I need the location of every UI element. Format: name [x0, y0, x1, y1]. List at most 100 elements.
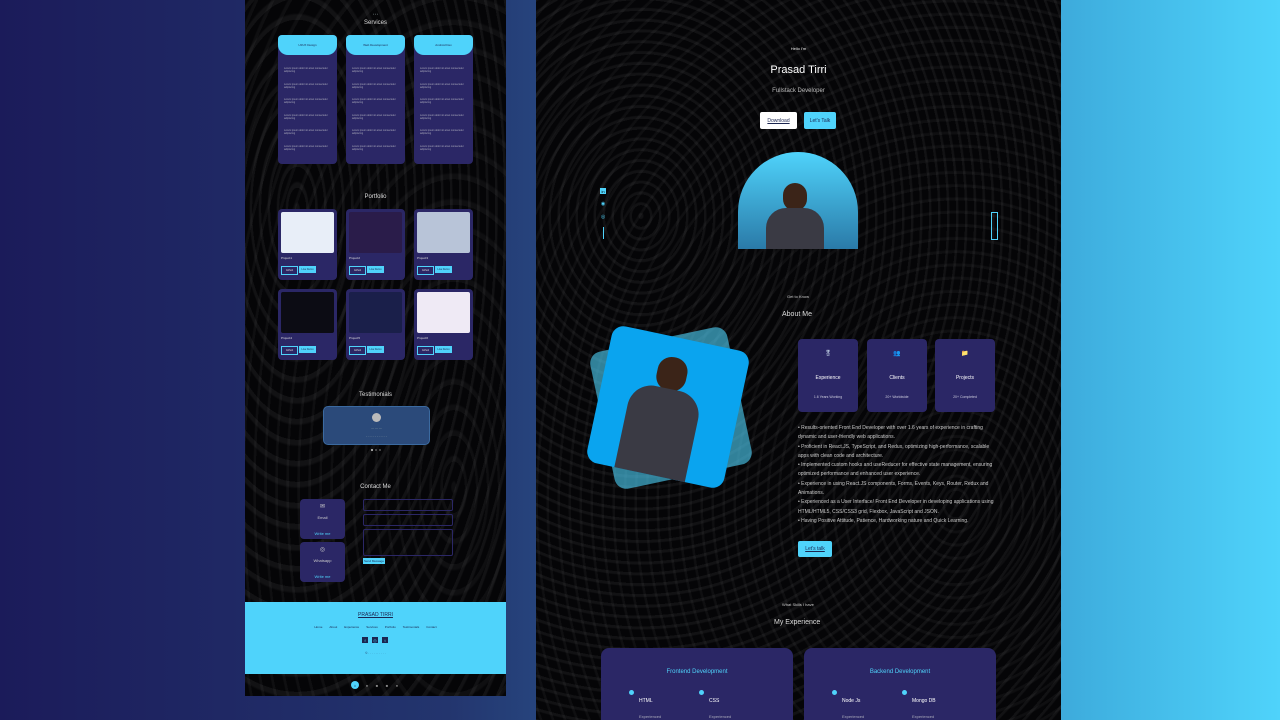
project-github-button[interactable]: Github	[349, 266, 366, 275]
hero-name: Prasad Tirri	[770, 64, 827, 76]
project-name: Project3	[417, 256, 429, 260]
award-icon: 🎖	[824, 350, 832, 357]
project-card: Project1 Github Live Demo	[278, 209, 337, 280]
project-thumbnail	[281, 292, 334, 333]
about-title: About Me	[782, 311, 812, 318]
footer-link[interactable]: Portfolio	[385, 625, 396, 629]
services-title: Services	[363, 20, 387, 26]
service-item: Lorem ipsum dolor sit amet consectetur a…	[420, 144, 464, 151]
dribbble-icon[interactable]: ◎	[600, 214, 606, 220]
about-bullet: • Proficient in React.JS, TypeScript, an…	[798, 443, 990, 459]
project-github-button[interactable]: Github	[281, 346, 298, 355]
clients-icon: 👥	[893, 350, 901, 357]
skill-check-icon	[699, 690, 704, 695]
skill-name: HTML	[639, 698, 653, 704]
service-item: Lorem ipsum dolor sit amet consectetur a…	[284, 82, 328, 89]
folder-icon: 📁	[961, 350, 969, 357]
service-item: Lorem ipsum dolor sit amet consectetur a…	[352, 98, 396, 104]
project-name: Project2	[349, 256, 361, 260]
footer-link[interactable]: Contact	[426, 625, 436, 629]
footer-link[interactable]: Testimonials	[403, 625, 420, 629]
nav-services-icon[interactable]: ■	[385, 683, 389, 688]
contact-email-input[interactable]	[363, 514, 453, 526]
project-thumbnail	[417, 212, 470, 253]
about-stat-card: 🎖 Experience 1.6 Years Working	[798, 339, 858, 412]
about-description: • Results-oriented Front End Developer w…	[798, 424, 994, 526]
footer-link[interactable]: Services	[366, 625, 378, 629]
hero-role: Fullstack Developer	[772, 88, 825, 94]
skill-level: Experienced	[842, 714, 865, 719]
project-name: Project4	[281, 336, 293, 340]
about-bullet: • Experience in using React.JS component…	[798, 480, 989, 497]
testimonial-card: — — — - - - - - - - - - - - -	[323, 406, 430, 445]
send-message-button[interactable]: Send Message	[363, 558, 385, 564]
whatsapp-write-link[interactable]: Write me	[300, 574, 345, 579]
service-item: Lorem ipsum dolor sit amet consectetur a…	[284, 144, 328, 151]
footer-link[interactable]: Home	[314, 625, 322, 629]
service-item: Lorem ipsum dolor sit amet consectetur a…	[420, 129, 464, 135]
footer-link[interactable]: Experience	[344, 625, 359, 629]
project-live-demo-button[interactable]: Live Demo	[299, 346, 316, 353]
lets-talk-button[interactable]: Let's Talk	[804, 112, 836, 129]
project-live-demo-button[interactable]: Live Demo	[299, 266, 316, 273]
footer-logo[interactable]: PRASAD TIRRI	[245, 612, 506, 618]
service-card-header: Android Dev	[414, 35, 473, 55]
service-card: Android Dev Lorem ipsum dolor sit amet co…	[414, 35, 473, 164]
download-cv-button[interactable]: Download	[760, 112, 797, 129]
nav-about-icon[interactable]: ●	[365, 683, 369, 688]
nav-experience-icon[interactable]: ■	[375, 683, 379, 688]
project-github-button[interactable]: Github	[417, 346, 434, 355]
portfolio-title: Portfolio	[364, 194, 387, 200]
project-card: Project5 Github Live Demo	[346, 289, 405, 360]
project-github-button[interactable]: Github	[281, 266, 298, 275]
footer-facebook-icon[interactable]: f	[362, 637, 368, 643]
contact-name-input[interactable]	[363, 499, 453, 511]
project-github-button[interactable]: Github	[417, 266, 434, 275]
project-live-demo-button[interactable]: Live Demo	[435, 346, 452, 353]
about-stat-sub: 20+ Completed	[953, 395, 977, 399]
nav-home-icon[interactable]: ⌂	[351, 681, 359, 689]
contact-card-whatsapp: ◎ Whatsapp Write me	[300, 542, 345, 582]
service-item: Lorem ipsum dolor sit amet consectetur a…	[284, 113, 328, 120]
project-live-demo-button[interactable]: Live Demo	[367, 346, 384, 353]
skill-name: Node Js	[842, 698, 861, 704]
github-icon[interactable]: ◉	[600, 201, 606, 207]
testimonial-dots[interactable]	[371, 449, 381, 451]
experience-card-title: Frontend Development	[666, 669, 728, 675]
service-item: Lorem ipsum dolor sit amet consectetur a…	[352, 67, 396, 73]
about-kicker: Get to Know	[787, 294, 810, 299]
about-bullet: • Experienced as a User Interface/ Front…	[798, 499, 994, 515]
service-item: Lorem ipsum dolor sit amet consectetur a…	[420, 82, 464, 89]
scroll-down-link[interactable]	[991, 212, 998, 240]
hero-avatar	[738, 152, 858, 249]
about-lets-talk-button[interactable]: Let's talk	[798, 541, 832, 557]
project-live-demo-button[interactable]: Live Demo	[435, 266, 452, 273]
hero-greeting: Hello I'm	[790, 46, 807, 51]
about-stat-card: 👥 Clients 20+ Worldwide	[867, 339, 927, 412]
about-stat-sub: 1.6 Years Working	[813, 395, 843, 399]
project-thumbnail	[417, 292, 470, 333]
email-write-link[interactable]: Write me	[300, 531, 345, 536]
skill-check-icon	[902, 690, 907, 695]
skill-check-icon	[629, 690, 634, 695]
contact-card-email: ✉ Email Write me	[300, 499, 345, 539]
about-stat-title: Projects	[955, 375, 975, 381]
footer-twitter-icon[interactable]: t	[382, 637, 388, 643]
project-github-button[interactable]: Github	[349, 346, 366, 355]
service-item: Lorem ipsum dolor sit amet consectetur a…	[352, 129, 396, 135]
footer-link[interactable]: About	[329, 625, 337, 629]
project-card: Project6 Github Live Demo	[414, 289, 473, 360]
service-item: Lorem ipsum dolor sit amet consectetur a…	[284, 67, 328, 73]
experience-card-title: Backend Development	[869, 669, 931, 675]
project-live-demo-button[interactable]: Live Demo	[367, 266, 384, 273]
linkedin-icon[interactable]: in	[600, 188, 606, 194]
contact-message-textarea[interactable]	[363, 529, 453, 556]
nav-contact-icon[interactable]: ●	[395, 683, 399, 688]
footer-instagram-icon[interactable]: ◎	[372, 637, 378, 643]
services-kicker: • • •	[373, 12, 378, 16]
skill-name: Mongo DB	[912, 698, 936, 704]
project-card: Project4 Github Live Demo	[278, 289, 337, 360]
about-photo	[584, 323, 752, 491]
service-item: Lorem ipsum dolor sit amet consectetur a…	[420, 67, 464, 73]
service-card-header: Web Development	[346, 35, 405, 55]
